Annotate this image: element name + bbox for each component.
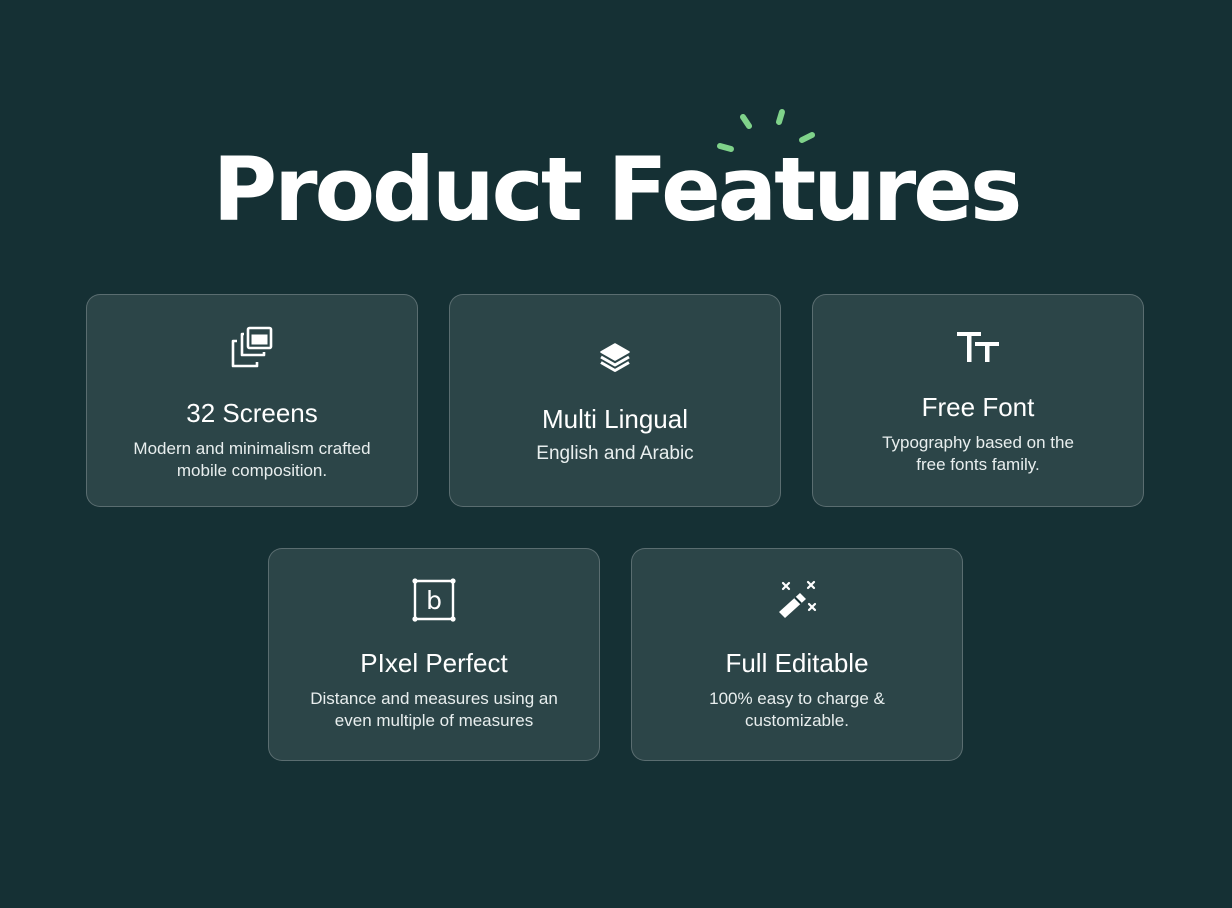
header: Product Features — [0, 140, 1232, 240]
card-title: Multi Lingual — [542, 404, 688, 434]
feature-card-screens: 32 Screens Modern and minimalism crafted… — [86, 294, 418, 507]
magic-wand-icon — [779, 580, 817, 618]
layers-icon — [600, 343, 630, 372]
page-title: Product Features — [212, 138, 1023, 241]
feature-card-multilingual: Multi Lingual English and Arabic — [449, 294, 781, 507]
card-title: 32 Screens — [186, 398, 318, 428]
card-description: Modern and minimalism crafted — [133, 439, 371, 458]
feature-card-pixel-perfect: b PIxel Perfect Distance and measures us… — [268, 548, 600, 761]
bounding-box-icon: b — [412, 578, 456, 622]
screens-icon — [231, 326, 273, 368]
card-description: 100% easy to charge & — [709, 689, 885, 708]
feature-card-full-editable: Full Editable 100% easy to charge & cust… — [631, 548, 963, 761]
card-description: English and Arabic — [536, 443, 694, 464]
card-description: customizable. — [745, 711, 849, 730]
typography-icon — [957, 332, 999, 362]
card-description: mobile composition. — [176, 461, 328, 480]
card-description: even multiple of measures — [334, 711, 534, 730]
card-title: PIxel Perfect — [360, 648, 508, 678]
card-title: Full Editable — [725, 648, 869, 678]
feature-card-free-font: Free Font Typography based on the free f… — [812, 294, 1144, 507]
card-description: Typography based on the — [882, 433, 1074, 452]
card-description: free fonts family. — [916, 455, 1040, 474]
card-title: Free Font — [921, 392, 1035, 422]
sparkle-icon — [717, 109, 815, 152]
icon-letter: b — [426, 586, 442, 615]
card-description: Distance and measures using an — [310, 689, 558, 708]
